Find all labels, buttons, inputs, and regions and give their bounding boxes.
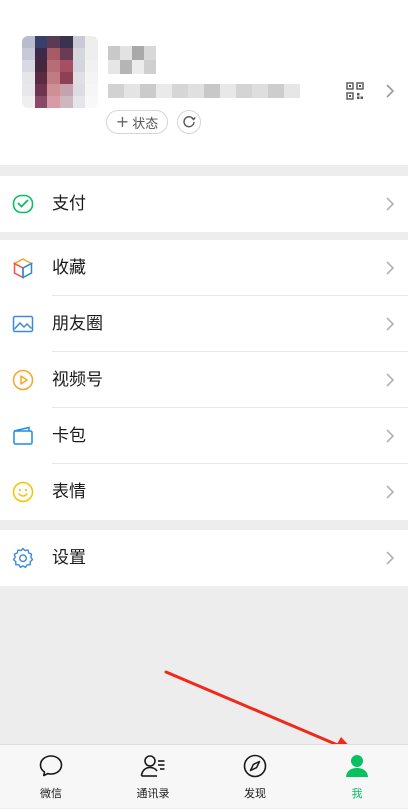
menu-label-favorites: 收藏 [52, 258, 86, 278]
chevron-right-icon [386, 197, 395, 211]
chevron-right-icon [386, 373, 395, 387]
card-wallet-icon [13, 426, 33, 445]
menu-item-moments[interactable]: 朋友圈 [0, 296, 408, 352]
menu-item-cards[interactable]: 卡包 [0, 408, 408, 464]
menu-item-stickers[interactable]: 表情 [0, 464, 408, 520]
chevron-right-icon [386, 317, 395, 331]
gear-icon [12, 547, 34, 569]
chevron-right-icon [386, 485, 395, 499]
tab-discover[interactable]: 发现 [204, 745, 306, 809]
qr-code-icon[interactable] [346, 82, 364, 100]
tab-chats[interactable]: 微信 [0, 745, 102, 809]
menu-item-pay[interactable]: 支付 [0, 176, 408, 232]
bottom-tab-bar: 微信 通讯录 发现 我 [0, 744, 408, 808]
moments-image-icon [12, 315, 34, 333]
wechat-id-blurred [108, 84, 300, 98]
add-status-button[interactable]: + 状态 [106, 110, 168, 134]
menu-label-cards: 卡包 [52, 426, 86, 446]
tab-label-contacts: 通讯录 [136, 787, 170, 800]
person-icon [346, 755, 368, 777]
pay-group: 支付 [0, 176, 408, 232]
tab-label-discover: 发现 [244, 787, 266, 800]
menu-item-channels[interactable]: 视频号 [0, 352, 408, 408]
profile-header[interactable]: + 状态 [0, 0, 408, 165]
nickname-blurred [108, 46, 156, 74]
tab-me[interactable]: 我 [306, 745, 408, 809]
compass-icon [243, 754, 267, 778]
menu-item-settings[interactable]: 设置 [0, 530, 408, 586]
tab-label-chats: 微信 [40, 787, 62, 800]
favorites-cube-icon [12, 258, 34, 279]
refresh-icon [183, 116, 196, 128]
chat-icon [39, 755, 63, 777]
menu-label-channels: 视频号 [52, 370, 103, 390]
chevron-right-icon [386, 84, 395, 98]
settings-group: 设置 [0, 530, 408, 586]
menu-label-pay: 支付 [52, 194, 86, 214]
avatar[interactable] [22, 36, 98, 108]
chevron-right-icon [386, 261, 395, 275]
menu-label-settings: 设置 [52, 548, 86, 568]
status-label: 状态 [132, 116, 159, 132]
chevron-right-icon [386, 551, 395, 565]
plus-icon: + [115, 112, 130, 131]
contacts-icon [140, 755, 165, 777]
services-group: 收藏 朋友圈 视频号 卡包 表情 [0, 240, 408, 520]
status-refresh-button[interactable] [177, 110, 201, 134]
menu-label-moments: 朋友圈 [52, 314, 103, 334]
chevron-right-icon [386, 429, 395, 443]
menu-item-favorites[interactable]: 收藏 [0, 240, 408, 296]
tab-label-me: 我 [351, 787, 363, 800]
smiley-icon [12, 481, 34, 503]
wechat-pay-icon [12, 194, 34, 214]
tab-contacts[interactable]: 通讯录 [102, 745, 204, 809]
menu-label-stickers: 表情 [52, 482, 86, 502]
channels-play-icon [12, 369, 34, 391]
